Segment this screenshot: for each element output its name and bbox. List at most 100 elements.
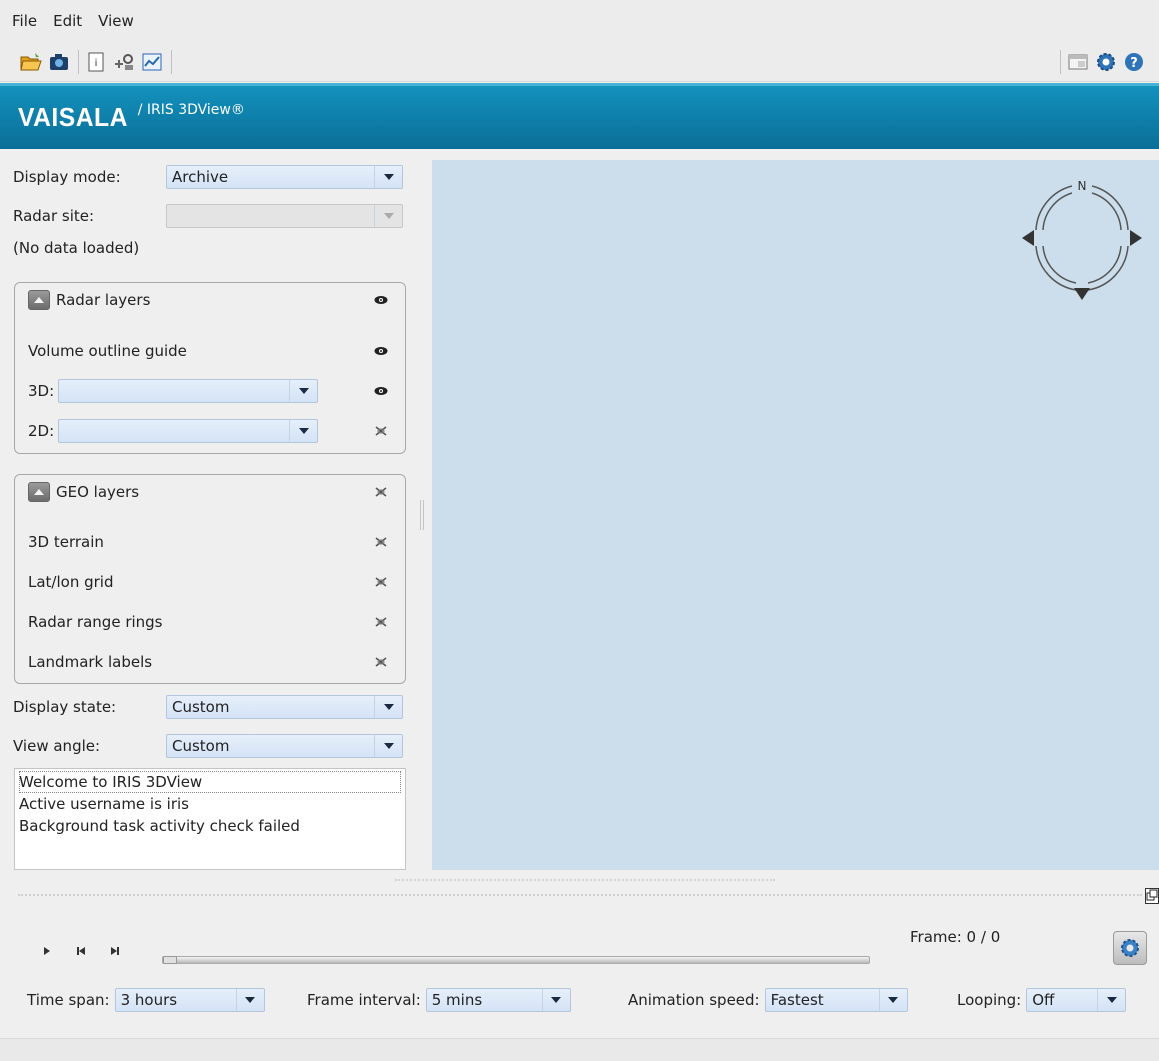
frame-interval-select[interactable]: 5 mins [425, 988, 571, 1012]
log-line: Welcome to IRIS 3DView [19, 771, 401, 793]
eye-icon[interactable] [373, 383, 389, 399]
time-span-row: Time span: 3 hours [27, 988, 265, 1012]
log-line: Active username is iris [19, 795, 189, 813]
app-banner: VAISALA / IRIS 3DView® [0, 83, 1159, 149]
hidden-eye-icon[interactable] [373, 574, 389, 590]
looping-value: Off [1032, 991, 1055, 1009]
geo-layers-group: GEO layers 3D terrain Lat/lon grid Radar… [14, 474, 406, 684]
display-mode-select[interactable]: Archive [166, 165, 403, 189]
toolbar-separator [78, 49, 79, 74]
view-angle-row: View angle: Custom [13, 734, 403, 758]
layer-3d-label: 3D: [28, 382, 55, 400]
layer-2d-label: 2D: [28, 422, 55, 440]
horizontal-splitter-handle[interactable] [395, 879, 775, 881]
message-log[interactable]: Welcome to IRIS 3DView Active username i… [14, 768, 406, 870]
info-document-icon[interactable]: i [85, 51, 107, 73]
menu-edit[interactable]: Edit [53, 12, 82, 30]
chevron-down-icon [289, 420, 317, 442]
eye-icon[interactable] [373, 343, 389, 359]
collapse-button[interactable] [28, 482, 50, 502]
menu-view[interactable]: View [98, 12, 134, 30]
display-state-select[interactable]: Custom [166, 695, 403, 719]
rotate-left-arrow[interactable] [1022, 230, 1034, 246]
frame-slider-thumb[interactable] [163, 956, 177, 964]
tilt-down-arrow[interactable] [1074, 288, 1090, 300]
animation-settings-button[interactable] [1113, 931, 1147, 965]
chevron-down-icon [374, 735, 402, 757]
display-state-row: Display state: Custom [13, 695, 403, 719]
layer-3d-select[interactable] [58, 379, 318, 403]
svg-text:?: ? [1130, 56, 1138, 71]
toolbar: i ? [0, 42, 1159, 82]
chevron-down-icon [541, 989, 570, 1011]
skip-back-icon[interactable] [70, 944, 92, 958]
log-line: Background task activity check failed [19, 817, 300, 835]
hidden-eye-icon[interactable] [373, 654, 389, 670]
animation-speed-select[interactable]: Fastest [764, 988, 908, 1012]
eye-icon[interactable] [373, 292, 389, 308]
hidden-eye-icon[interactable] [373, 534, 389, 550]
frame-interval-value: 5 mins [431, 991, 483, 1009]
geo-layer-item: Landmark labels [28, 649, 389, 675]
geo-layer-item: 3D terrain [28, 529, 389, 555]
undock-icon[interactable] [1145, 888, 1159, 904]
play-icon[interactable] [36, 944, 58, 958]
looping-select[interactable]: Off [1026, 988, 1127, 1012]
radar-layers-title: Radar layers [56, 291, 151, 309]
layer-3d-row: 3D: [28, 378, 389, 404]
animation-speed-label: Animation speed: [628, 991, 760, 1009]
window-layout-icon[interactable] [1067, 51, 1089, 73]
gear-icon [1121, 939, 1139, 957]
geo-layer-item: Radar range rings [28, 609, 389, 635]
no-data-text: (No data loaded) [13, 239, 140, 257]
layer-2d-select[interactable] [58, 419, 318, 443]
view-angle-select[interactable]: Custom [166, 734, 403, 758]
time-span-select[interactable]: 3 hours [114, 988, 265, 1012]
chevron-down-icon [1097, 989, 1125, 1011]
vertical-splitter[interactable] [418, 500, 426, 530]
frame-interval-label: Frame interval: [307, 991, 421, 1009]
chevron-down-icon [289, 380, 317, 402]
camera-icon[interactable] [48, 51, 70, 73]
view-angle-label: View angle: [13, 737, 101, 755]
geo-layers-header: GEO layers [28, 479, 389, 505]
time-span-label: Time span: [27, 991, 110, 1009]
hidden-eye-icon[interactable] [373, 423, 389, 439]
help-icon[interactable]: ? [1123, 51, 1145, 73]
no-data-row: (No data loaded) [13, 236, 139, 260]
collapse-button[interactable] [28, 290, 50, 310]
display-mode-row: Display mode: Archive [13, 165, 403, 189]
toolbar-right: ? [1058, 50, 1151, 74]
toolbar-separator [1060, 50, 1061, 74]
chart-icon[interactable] [141, 51, 163, 73]
radar-site-row: Radar site: [13, 204, 403, 228]
rotate-right-arrow[interactable] [1130, 230, 1142, 246]
frame-counter: Frame: 0 / 0 [910, 928, 1001, 946]
network-settings-icon[interactable] [113, 51, 135, 73]
geo-layer-item: Lat/lon grid [28, 569, 389, 595]
volume-outline-row: Volume outline guide [28, 338, 389, 364]
animation-speed-row: Animation speed: Fastest [628, 988, 908, 1012]
settings-gear-icon[interactable] [1095, 51, 1117, 73]
3d-viewport[interactable]: N [432, 160, 1159, 870]
left-control-panel: Display mode: Archive Radar site: (No da… [0, 152, 418, 872]
time-span-value: 3 hours [120, 991, 178, 1009]
chevron-down-icon [235, 989, 264, 1011]
playback-controls [36, 944, 138, 958]
skip-forward-icon[interactable] [104, 944, 126, 958]
frame-slider[interactable] [162, 956, 870, 964]
radar-site-label: Radar site: [13, 207, 95, 225]
horizontal-splitter[interactable] [18, 894, 1142, 896]
menu-file[interactable]: File [12, 12, 37, 30]
looping-label: Looping: [957, 991, 1022, 1009]
geo-layer-label: Landmark labels [28, 653, 153, 671]
radar-site-select[interactable] [166, 204, 403, 228]
hidden-eye-icon[interactable] [373, 614, 389, 630]
display-state-value: Custom [172, 698, 230, 716]
compass-navigator[interactable]: N [1020, 172, 1144, 302]
radar-layers-group: Radar layers Volume outline guide 3D: 2D… [14, 282, 406, 454]
hidden-eye-icon[interactable] [373, 484, 389, 500]
animation-speed-value: Fastest [770, 991, 824, 1009]
geo-layer-label: 3D terrain [28, 533, 104, 551]
open-folder-icon[interactable] [20, 51, 42, 73]
